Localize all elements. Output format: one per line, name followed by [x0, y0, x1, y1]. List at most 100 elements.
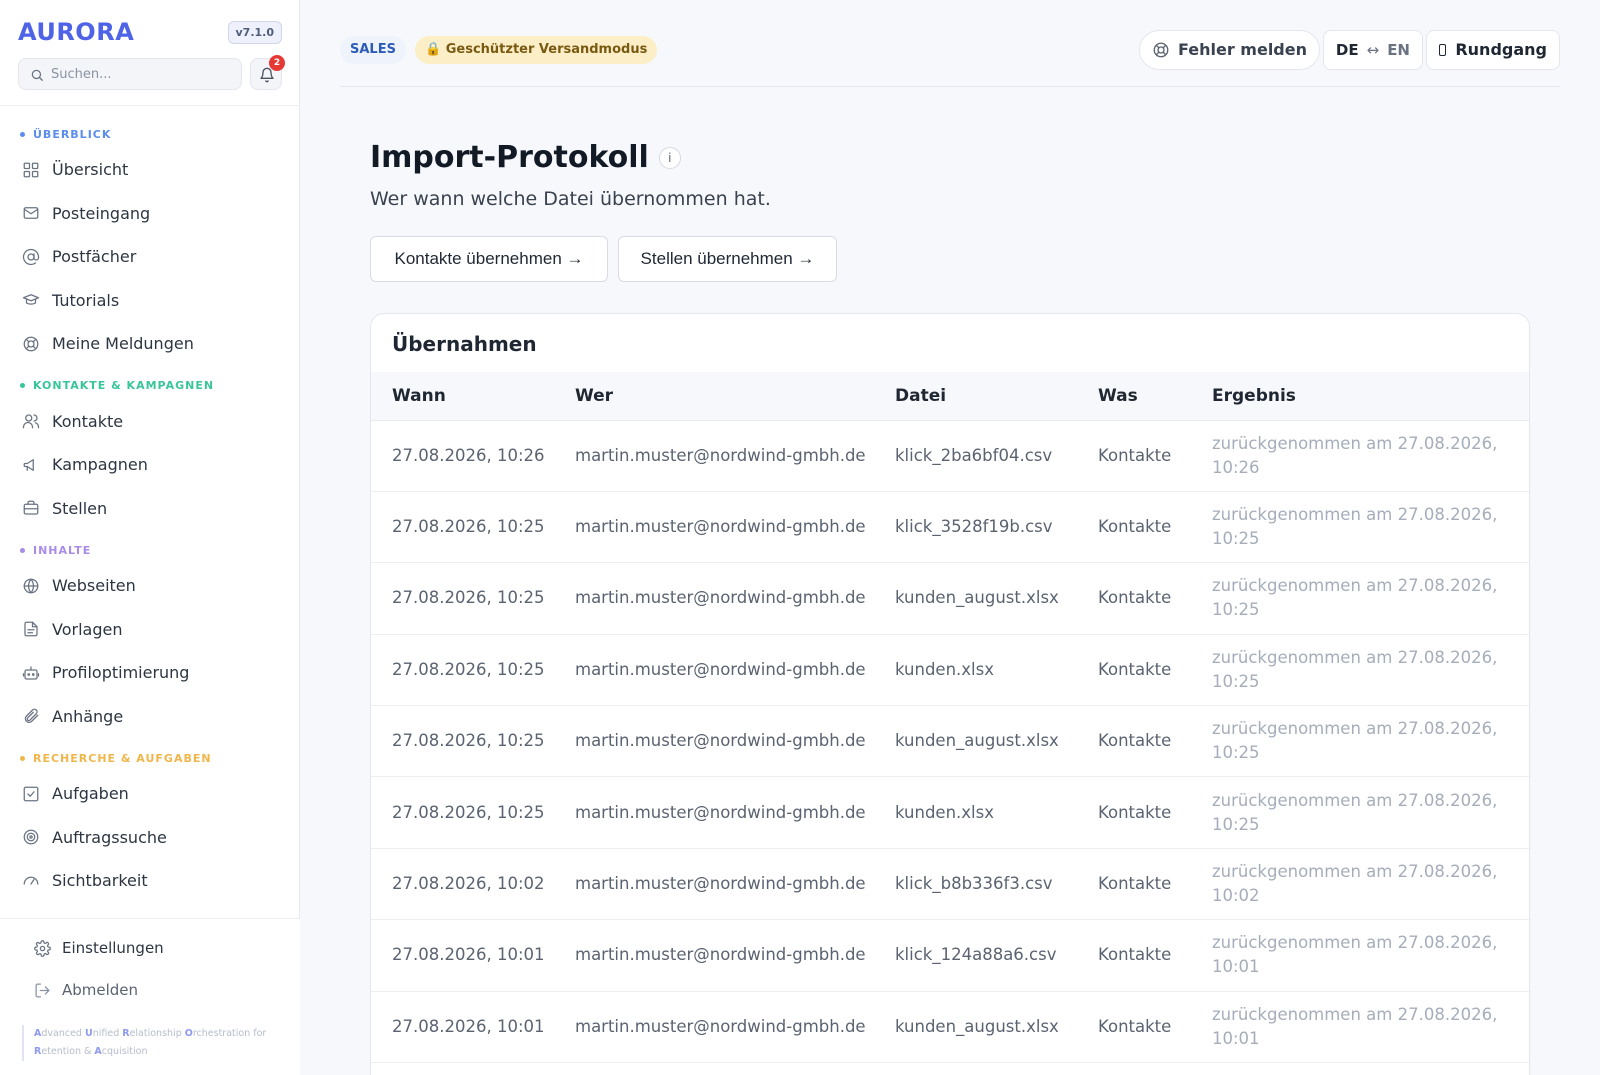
sidebar-item-kontakte[interactable]: Kontakte — [0, 400, 300, 444]
cell-ergebnis: zurückgenommen am 27.08.2026, 10:25 — [1191, 562, 1529, 635]
section-title: INHALTE — [33, 543, 92, 557]
notification-count-badge: 2 — [269, 55, 285, 71]
settings-label: Einstellungen — [62, 939, 164, 957]
section-title: RECHERCHE & AUFGABEN — [33, 751, 212, 765]
language-toggle[interactable]: DE ↔ EN — [1322, 30, 1423, 70]
gauge-icon — [23, 876, 39, 885]
users-icon — [22, 414, 40, 429]
search-icon — [31, 69, 43, 81]
cell-datei: klick_b8b336f3.csv — [874, 848, 1077, 921]
column-header-wann[interactable]: Wann — [371, 372, 554, 421]
import-contacts-button[interactable]: Kontakte übernehmen → — [370, 236, 608, 282]
cell-ergebnis: zurückgenommen am 27.08.2026, 10:01 — [1191, 991, 1529, 1064]
sidebar-section-header: KONTAKTE & KAMPAGNEN — [0, 378, 300, 394]
sidebar-item-label: Vorlagen — [52, 619, 123, 639]
table-row[interactable]: 27.08.2026, 10:26 martin.muster@nordwind-… — [371, 420, 1529, 492]
table-row[interactable]: 27.08.2026, 10:25 martin.muster@nordwind-… — [371, 634, 1529, 707]
document-icon — [24, 621, 38, 637]
sidebar-item-label: Tutorials — [52, 290, 120, 310]
cell-was: Kontakte — [1077, 776, 1191, 849]
brand-logo[interactable]: AURORA — [18, 18, 134, 46]
column-header-ergebnis[interactable]: Ergebnis — [1191, 372, 1529, 421]
section-dot — [20, 131, 25, 137]
search-box[interactable] — [18, 58, 242, 90]
cell-datei: kunden_august.xlsx — [874, 562, 1077, 635]
sidebar-item-label: Aufgaben — [52, 784, 129, 804]
sidebar-item-webseiten[interactable]: Webseiten — [0, 564, 300, 608]
cell-ergebnis: zurückgenommen am 27.08.2026, 10:01 — [1191, 919, 1529, 992]
safe-mode-label: Geschützter Versandmodus — [445, 42, 648, 57]
cell-wann: 27.08.2026, 10:25 — [371, 562, 554, 635]
cell-datei: kunden.xlsx — [874, 634, 1077, 707]
robot-icon — [22, 666, 40, 680]
table-row[interactable]: 27.08.2026, 10:25 martin.muster@nordwind-… — [371, 705, 1529, 778]
table-row[interactable]: 27.08.2026, 10:02 martin.muster@nordwind-… — [371, 848, 1529, 921]
sidebar-item-posteingang[interactable]: Posteingang — [0, 192, 300, 236]
column-header-was[interactable]: Was — [1077, 372, 1191, 421]
sidebar-divider — [0, 105, 300, 106]
cell-was: Kontakte — [1077, 634, 1191, 707]
sidebar-item-label: Sichtbarkeit — [52, 871, 148, 891]
sidebar-item-meine-meldungen[interactable]: Meine Meldungen — [0, 322, 300, 366]
notifications-button[interactable]: 2 — [250, 55, 285, 90]
cell-wann: 27.08.2026, 10:01 — [371, 991, 554, 1064]
cell-datei: klick_3528f19b.csv — [874, 491, 1077, 564]
sidebar-item-übersicht[interactable]: Übersicht — [0, 148, 300, 192]
safe-mode-pill: 🔒 Geschützter Versandmodus — [415, 36, 658, 64]
report-bug-button[interactable]: Fehler melden — [1138, 30, 1320, 70]
lifebuoy-icon — [23, 336, 39, 352]
target-icon — [23, 829, 39, 845]
acronym-word: etention & — [41, 1046, 95, 1057]
acronym-letter: R — [122, 1028, 130, 1039]
sidebar-item-label: Posteingang — [52, 203, 151, 223]
settings-link[interactable]: Einstellungen — [34, 939, 164, 957]
acronym-letter: U — [84, 1028, 93, 1039]
table-row[interactable]: 27.08.2026, 10:25 martin.muster@nordwind-… — [371, 776, 1529, 849]
report-bug-label: Fehler melden — [1177, 40, 1307, 59]
sidebar-item-kampagnen[interactable]: Kampagnen — [0, 443, 300, 487]
table-row[interactable]: 27.08.2026, 10:01 martin.muster@nordwind-… — [371, 919, 1529, 992]
sidebar-item-label: Kampagnen — [52, 455, 148, 475]
info-icon[interactable]: i — [658, 146, 681, 169]
acronym-letter: A — [94, 1046, 102, 1057]
sidebar-item-sichtbarkeit[interactable]: Sichtbarkeit — [0, 859, 300, 903]
paperclip-icon — [24, 708, 39, 724]
page-title: Import-Protokoll — [370, 140, 649, 175]
sidebar-item-profiloptimierung[interactable]: Profiloptimierung — [0, 651, 300, 695]
column-header-datei[interactable]: Datei — [874, 372, 1077, 421]
column-header-wer[interactable]: Wer — [554, 372, 874, 421]
dashboard-icon — [23, 162, 39, 178]
cell-was: Kontakte — [1077, 705, 1191, 778]
sidebar-item-tutorials[interactable]: Tutorials — [0, 279, 300, 323]
tour-button[interactable]: Rundgang — [1426, 30, 1560, 70]
cell-wer: martin.muster@nordwind-gmbh.de — [554, 919, 874, 992]
sidebar-item-anhänge[interactable]: Anhänge — [0, 695, 300, 739]
cell-wer: martin.muster@nordwind-gmbh.de — [554, 562, 874, 635]
sidebar-item-auftragssuche[interactable]: Auftragssuche — [0, 816, 300, 860]
import-jobs-button[interactable]: Stellen übernehmen → — [618, 236, 837, 282]
sidebar-section-header: RECHERCHE & AUFGABEN — [0, 750, 300, 766]
search-input[interactable] — [51, 59, 237, 89]
table-row[interactable]: 27.08.2026, 10:25 martin.muster@nordwind-… — [371, 491, 1529, 564]
sidebar-item-vorlagen[interactable]: Vorlagen — [0, 608, 300, 652]
mail-icon — [23, 207, 39, 220]
acronym-letter: O — [184, 1028, 193, 1039]
card-title: Übernahmen — [392, 332, 537, 356]
cell-wer: martin.muster@nordwind-gmbh.de — [554, 991, 874, 1064]
sidebar-item-aufgaben[interactable]: Aufgaben — [0, 772, 300, 816]
cell-datei: kunden.xlsx — [874, 776, 1077, 849]
sidebar-item-stellen[interactable]: Stellen — [0, 487, 300, 531]
cell-was: Kontakte — [1077, 562, 1191, 635]
sidebar-item-label: Kontakte — [52, 411, 124, 431]
logout-link[interactable]: Abmelden — [34, 981, 138, 999]
sidebar-item-label: Übersicht — [52, 160, 129, 180]
sidebar-item-postfächer[interactable]: Postfächer — [0, 235, 300, 279]
cell-ergebnis: zurückgenommen am 27.08.2026, 10:25 — [1191, 634, 1529, 707]
table-row[interactable]: 27.08.2026, 10:25 martin.muster@nordwind-… — [371, 562, 1529, 635]
table-row[interactable]: 27.08.2026, 10:01 martin.muster@nordwind-… — [371, 991, 1529, 1064]
cell-datei: klick_124a88a6.csv — [874, 919, 1077, 992]
cell-was: Kontakte — [1077, 991, 1191, 1064]
sidebar-item-label: Anhänge — [52, 706, 124, 726]
cell-ergebnis: zurückgenommen am 27.08.2026, 10:25 — [1191, 705, 1529, 778]
sidebar: AURORA v7.1.0 2 ÜBERBLICK Übersicht Postei… — [0, 0, 300, 1075]
